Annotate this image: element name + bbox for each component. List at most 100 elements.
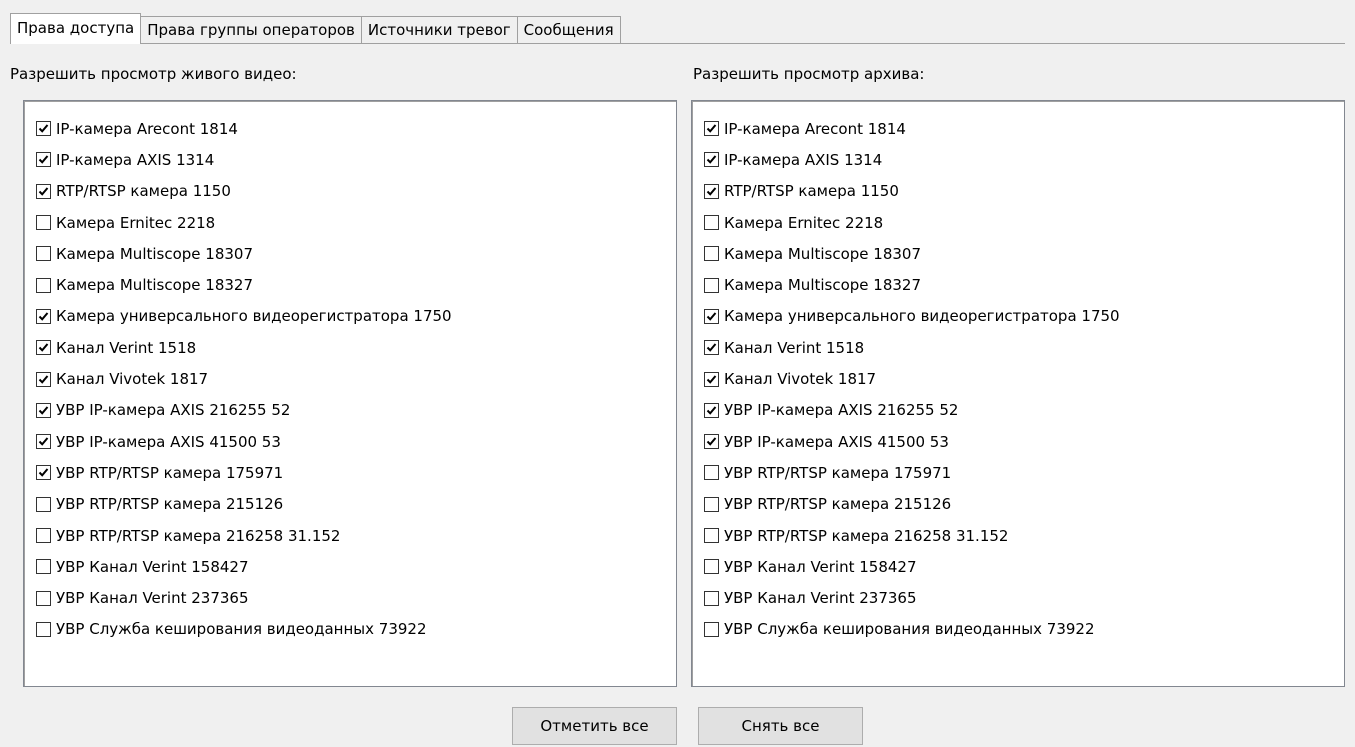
checkbox[interactable]	[704, 621, 719, 637]
checkbox[interactable]	[704, 528, 719, 543]
list-item-label: Камера Multiscope 18327	[724, 276, 922, 295]
archive-list-item[interactable]: УВР IP-камера AXIS 41500 53	[692, 426, 1344, 457]
checkbox[interactable]	[704, 371, 719, 387]
archive-list-item[interactable]: УВР IP-камера AXIS 216255 52	[692, 395, 1344, 426]
list-item-label: Камера Multiscope 18307	[56, 244, 254, 263]
live-list-item[interactable]: УВР Служба кеширования видеоданных 73922	[24, 614, 676, 645]
live-list-item[interactable]: RTP/RTSP камера 1150	[24, 176, 676, 207]
checkmark-icon	[38, 312, 49, 321]
check-all-button[interactable]: Отметить все	[512, 707, 677, 745]
live-list-item[interactable]: IP-камера AXIS 1314	[24, 144, 676, 175]
archive-list-item[interactable]: Канал Vivotek 1817	[692, 363, 1344, 394]
checkmark-icon	[706, 155, 717, 165]
live-video-camera-list[interactable]: IP-камера Arecont 1814 IP-камера AXIS 131…	[23, 100, 677, 687]
tab-messages[interactable]: Сообщения	[516, 16, 621, 43]
list-item-label: Камера Ernitec 2218	[724, 213, 884, 232]
list-item-label: RTP/RTSP камера 1150	[56, 182, 231, 201]
live-list-item[interactable]: Камера Multiscope 18327	[24, 269, 676, 300]
live-list-item[interactable]: УВР RTP/RTSP камера 175971	[24, 457, 676, 488]
archive-list-item[interactable]: Камера универсального видеорегистратора …	[692, 301, 1344, 332]
checkbox[interactable]	[36, 215, 51, 231]
checkbox[interactable]	[704, 183, 719, 199]
list-item-label: IP-камера AXIS 1314	[724, 150, 883, 169]
uncheck-all-button[interactable]: Снять все	[698, 707, 863, 745]
live-list-item[interactable]: УВР IP-камера AXIS 41500 53	[24, 426, 676, 457]
archive-list-item[interactable]: УВР Канал Verint 158427	[692, 551, 1344, 582]
checkbox[interactable]	[704, 152, 719, 168]
checkmark-icon	[38, 155, 49, 165]
archive-list-item[interactable]: Камера Ernitec 2218	[692, 207, 1344, 238]
live-list-item[interactable]: IP-камера Arecont 1814	[24, 113, 676, 144]
tab-alarm-sources[interactable]: Источники тревог	[360, 16, 518, 43]
checkbox[interactable]	[36, 340, 51, 356]
archive-list-item[interactable]: Камера Multiscope 18307	[692, 238, 1344, 269]
list-item-label: УВР RTP/RTSP камера 216258 31.152	[724, 526, 1009, 545]
checkbox[interactable]	[36, 371, 51, 387]
live-list-item[interactable]: УВР Канал Verint 237365	[24, 582, 676, 613]
checkbox[interactable]	[704, 246, 719, 262]
archive-list-item[interactable]: IP-камера AXIS 1314	[692, 144, 1344, 175]
list-item-label: УВР IP-камера AXIS 41500 53	[56, 432, 281, 451]
checkbox[interactable]	[704, 308, 719, 324]
list-item-label: УВР IP-камера AXIS 41500 53	[724, 432, 949, 451]
live-list-item[interactable]: Канал Vivotek 1817	[24, 363, 676, 394]
archive-list-item[interactable]: Камера Multiscope 18327	[692, 269, 1344, 300]
live-list-item[interactable]: УВР IP-камера AXIS 216255 52	[24, 395, 676, 426]
list-item-label: УВР IP-камера AXIS 216255 52	[724, 401, 959, 420]
checkbox[interactable]	[704, 496, 719, 512]
checkbox[interactable]	[36, 277, 51, 293]
checkbox[interactable]	[704, 215, 719, 231]
checkbox[interactable]	[704, 340, 719, 356]
list-item-label: УВР RTP/RTSP камера 175971	[56, 463, 284, 482]
checkbox[interactable]	[704, 277, 719, 293]
archive-list-item[interactable]: RTP/RTSP камера 1150	[692, 176, 1344, 207]
checkbox[interactable]	[704, 590, 719, 606]
checkbox[interactable]	[36, 121, 51, 137]
archive-camera-list[interactable]: IP-камера Arecont 1814 IP-камера AXIS 131…	[691, 100, 1345, 687]
checkbox[interactable]	[36, 183, 51, 199]
checkbox[interactable]	[704, 434, 719, 450]
archive-list-item[interactable]: УВР RTP/RTSP камера 175971	[692, 457, 1344, 488]
checkmark-icon	[706, 187, 717, 196]
checkmark-icon	[38, 187, 49, 196]
checkmark-icon	[706, 124, 717, 133]
checkbox[interactable]	[36, 246, 51, 262]
checkbox[interactable]	[704, 559, 719, 575]
checkbox[interactable]	[704, 402, 719, 418]
checkbox[interactable]	[704, 121, 719, 137]
live-list-item[interactable]: Камера универсального видеорегистратора …	[24, 301, 676, 332]
checkbox[interactable]	[36, 559, 51, 575]
live-list-item[interactable]: УВР RTP/RTSP камера 216258 31.152	[24, 520, 676, 551]
list-item-label: Камера Multiscope 18307	[724, 244, 922, 263]
list-item-label: УВР Канал Verint 237365	[56, 589, 249, 608]
checkmark-icon	[38, 468, 49, 478]
archive-list-item[interactable]: Канал Verint 1518	[692, 332, 1344, 363]
checkbox[interactable]	[36, 402, 51, 418]
archive-list-item[interactable]: УВР Служба кеширования видеоданных 73922	[692, 614, 1344, 645]
checkbox[interactable]	[36, 621, 51, 637]
checkbox[interactable]	[36, 465, 51, 481]
checkmark-icon	[38, 406, 49, 415]
live-list-item[interactable]: Камера Ernitec 2218	[24, 207, 676, 238]
checkbox[interactable]	[36, 434, 51, 450]
live-list-item[interactable]: УВР RTP/RTSP камера 215126	[24, 489, 676, 520]
checkbox[interactable]	[704, 465, 719, 481]
checkbox[interactable]	[36, 590, 51, 606]
list-item-label: УВР IP-камера AXIS 216255 52	[56, 401, 291, 420]
checkbox[interactable]	[36, 152, 51, 168]
tab-operator-group-rights[interactable]: Права группы операторов	[140, 16, 362, 43]
archive-list-item[interactable]: УВР RTP/RTSP камера 215126	[692, 489, 1344, 520]
archive-list-item[interactable]: УВР Канал Verint 237365	[692, 582, 1344, 613]
checkbox[interactable]	[36, 496, 51, 512]
live-list-item[interactable]: УВР Канал Verint 158427	[24, 551, 676, 582]
checkbox[interactable]	[36, 308, 51, 324]
list-item-label: Камера Ernitec 2218	[56, 213, 216, 232]
checkbox[interactable]	[36, 528, 51, 543]
list-item-label: УВР Служба кеширования видеоданных 73922	[56, 620, 427, 639]
archive-list-item[interactable]: IP-камера Arecont 1814	[692, 113, 1344, 144]
live-list-item[interactable]: Канал Verint 1518	[24, 332, 676, 363]
checkmark-icon	[38, 437, 49, 446]
live-list-item[interactable]: Камера Multiscope 18307	[24, 238, 676, 269]
archive-list-item[interactable]: УВР RTP/RTSP камера 216258 31.152	[692, 520, 1344, 551]
tab-access-rights[interactable]: Права доступа	[10, 13, 142, 44]
